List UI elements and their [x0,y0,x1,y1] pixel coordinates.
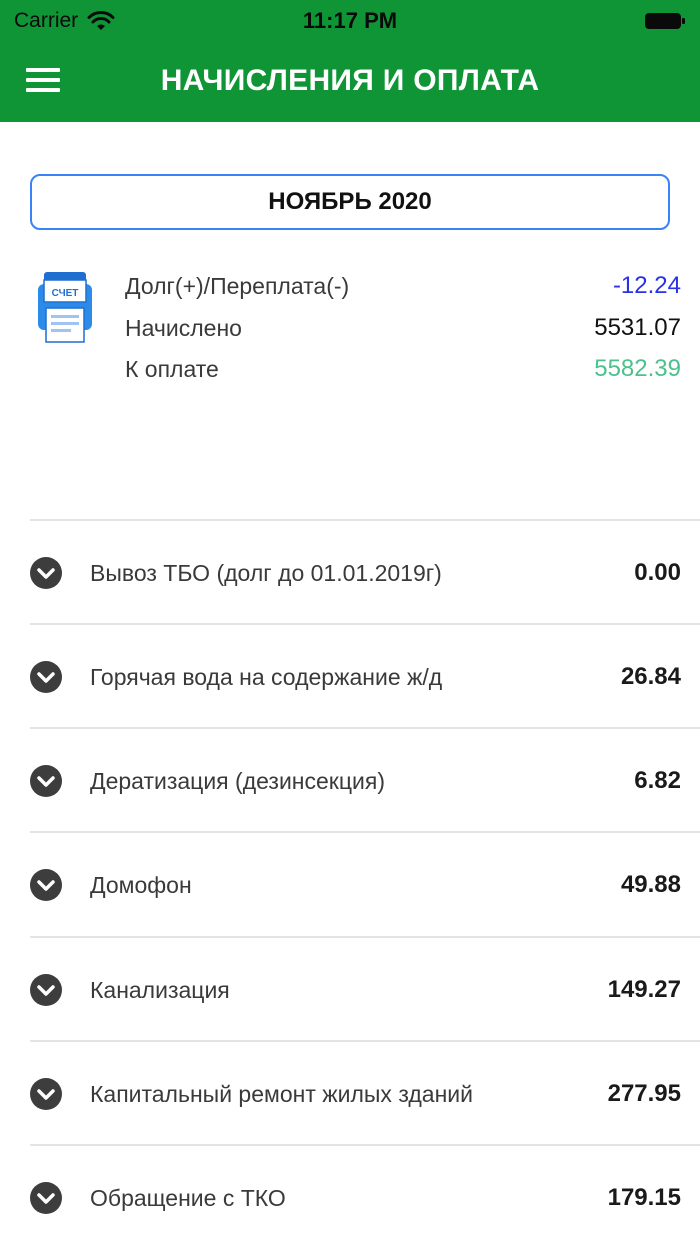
summary-debt-row: Долг(+)/Переплата(-) -12.24 [125,268,681,304]
list-item[interactable]: Обращение с ТКО 179.15 [30,1146,700,1250]
service-name: Дератизация (дезинсекция) [90,767,385,794]
chevron-down-icon [30,1078,62,1110]
app-header: Carrier 11:17 PM НАЧИСЛЕНИЯ И ОПЛАТА [0,0,700,122]
to-pay-label: К оплате [125,355,219,382]
debt-label: Долг(+)/Переплата(-) [125,272,350,299]
service-amount: 26.84 [620,663,681,690]
month-selector-button[interactable]: НОЯБРЬ 2020 [30,174,670,230]
page-title: НАЧИСЛЕНИЯ И ОПЛАТА [160,64,540,97]
service-amount: 49.88 [620,871,681,898]
list-item[interactable]: Капитальный ремонт жилых зданий 277.95 [30,1042,700,1146]
service-amount: 0.00 [634,559,681,586]
list-item[interactable]: Домофон 49.88 [30,833,700,937]
service-amount: 179.15 [607,1184,681,1211]
invoice-icon: СЧЕТ [38,272,92,343]
charged-label: Начислено [125,314,242,341]
battery-icon [645,13,685,29]
chevron-down-icon [30,974,62,1006]
service-name: Канализация [90,976,230,1003]
debt-value: -12.24 [612,272,681,299]
chevron-down-icon [30,661,62,693]
chevron-down-icon [30,869,62,901]
service-name: Горячая вода на содержание ж/д [90,663,443,690]
invoice-icon-text: СЧЕТ [52,288,79,299]
service-name: Вывоз ТБО (долг до 01.01.2019г) [90,559,442,586]
service-amount: 149.27 [607,976,681,1003]
to-pay-value: 5582.39 [594,355,681,382]
chevron-down-icon [30,1182,62,1214]
status-time: 11:17 PM [302,8,398,33]
chevron-down-icon [30,557,62,589]
service-name: Домофон [90,871,192,898]
summary-to-pay-row: К оплате 5582.39 [125,351,681,387]
list-item[interactable]: Канализация 149.27 [30,938,700,1042]
service-amount: 277.95 [607,1080,681,1107]
service-amount: 6.82 [634,767,681,794]
navigation-bar: НАЧИСЛЕНИЯ И ОПЛАТА [0,42,700,122]
status-bar: Carrier 11:17 PM [0,0,700,42]
charged-value: 5531.07 [594,314,681,341]
list-item[interactable]: Дератизация (дезинсекция) 6.82 [30,729,700,833]
service-name: Обращение с ТКО [90,1184,286,1211]
list-item[interactable]: Вывоз ТБО (долг до 01.01.2019г) 0.00 [30,521,700,625]
list-item[interactable]: Горячая вода на содержание ж/д 26.84 [30,625,700,729]
service-name: Капитальный ремонт жилых зданий [90,1080,473,1107]
month-selector-label: НОЯБРЬ 2020 [268,188,432,215]
chevron-down-icon [30,765,62,797]
summary-charged-row: Начислено 5531.07 [125,310,681,346]
